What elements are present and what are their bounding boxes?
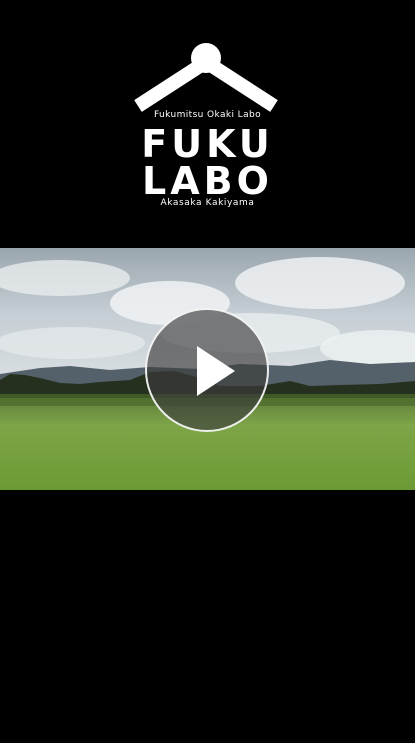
logo-title-line-2: LABO [142, 159, 273, 203]
video-player[interactable] [0, 248, 415, 490]
app-screen: Fukumitsu Okaki Labo FUKU LABO Akasaka K… [0, 0, 415, 743]
logo-tagline: Fukumitsu Okaki Labo [153, 110, 262, 120]
house-roof-icon [134, 43, 278, 112]
logo-subtitle: Akasaka Kakiyama [160, 198, 255, 208]
logo-title-line-1: FUKU [141, 122, 274, 166]
fukulabo-logo: Fukumitsu Okaki Labo FUKU LABO Akasaka K… [0, 0, 415, 248]
empty-content-area [0, 490, 415, 743]
play-button[interactable] [145, 308, 269, 432]
play-icon [197, 346, 235, 396]
